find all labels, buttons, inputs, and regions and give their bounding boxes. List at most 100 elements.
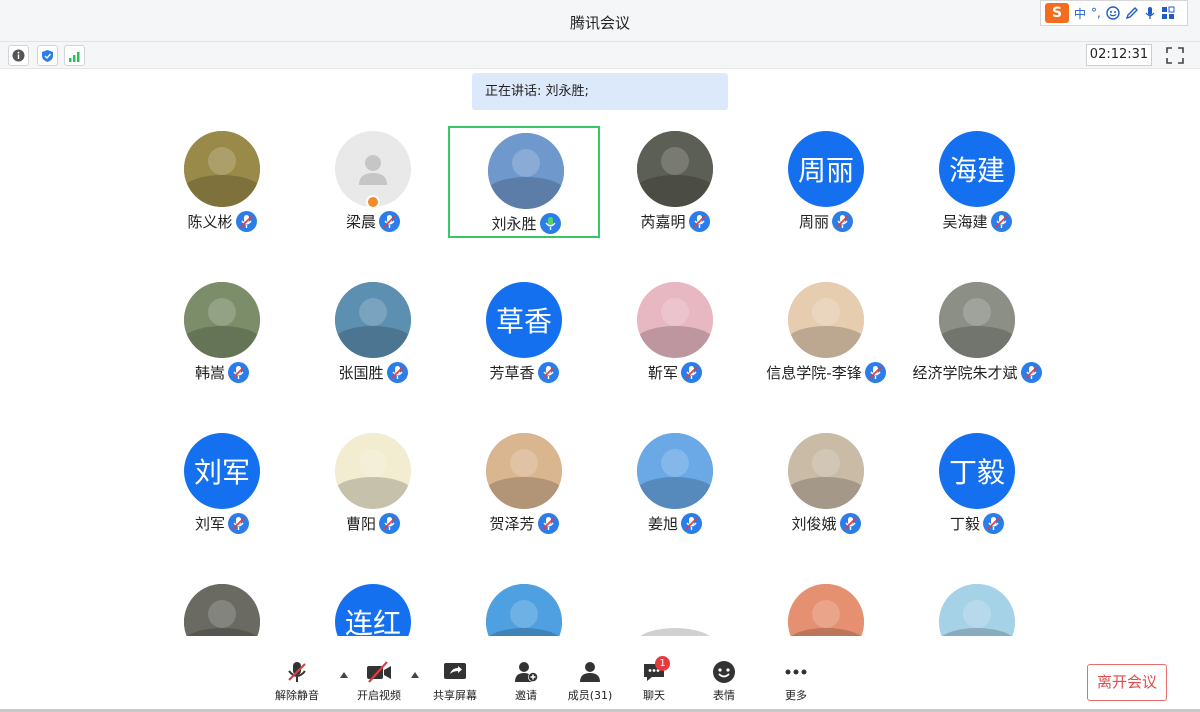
participant-name: 丁毅	[949, 514, 980, 533]
members-icon	[580, 662, 600, 682]
participant-tile[interactable]	[901, 579, 1053, 636]
mic-muted-icon	[379, 210, 400, 232]
avatar-photo	[637, 282, 713, 358]
photo-icon	[637, 433, 713, 509]
participant-tile-active[interactable]: 刘永胜	[448, 126, 600, 238]
participant-tile[interactable]: 连红	[297, 579, 449, 636]
participant-tile[interactable]: 刘俊娥	[750, 428, 902, 540]
share-screen-icon	[444, 663, 466, 679]
participant-tile[interactable]: 曹阳	[297, 428, 449, 540]
mic-muted-icon	[839, 512, 861, 534]
avatar-photo	[488, 133, 564, 209]
avatar-photo	[335, 282, 411, 358]
mic-muted-icon	[681, 512, 702, 534]
photo-icon	[184, 584, 260, 636]
participant-name-row: 贺泽芳	[448, 512, 600, 534]
participant-name-row: 靳军	[599, 361, 751, 383]
photo-icon	[184, 131, 260, 207]
participant-tile[interactable]: 张国胜	[297, 277, 449, 389]
avatar-photo	[788, 584, 864, 636]
emoji-label: 表情	[713, 689, 735, 702]
participant-tile[interactable]: 草香 芳草香	[448, 277, 600, 389]
invite-label: 邀请	[515, 689, 537, 702]
avatar-photo	[788, 282, 864, 358]
participant-name: 芮嘉明	[640, 212, 686, 231]
participant-name-row: 丁毅	[901, 512, 1053, 534]
participant-tile[interactable]: 韩嵩	[146, 277, 298, 389]
avatar-initials: 刘军	[184, 433, 260, 509]
participant-tile[interactable]	[448, 579, 600, 636]
video-options-caret[interactable]	[411, 672, 419, 678]
photo-icon	[788, 282, 864, 358]
chat-button[interactable]: 聊天	[622, 660, 686, 703]
mic-muted-icon	[537, 512, 559, 534]
mic-muted-icon	[235, 210, 257, 232]
participant-tile[interactable]: 梁晨	[297, 126, 449, 238]
avatar-photo	[788, 433, 864, 509]
mic-muted-icon	[681, 361, 702, 383]
participant-tile[interactable]	[599, 579, 751, 636]
leave-meeting-button[interactable]: 离开会议	[1087, 664, 1167, 701]
avatar-initials: 草香	[486, 282, 562, 358]
participant-tile[interactable]: 贺泽芳	[448, 428, 600, 540]
avatar-photo	[939, 584, 1015, 636]
participant-tile[interactable]	[146, 579, 298, 636]
participant-name: 刘俊娥	[791, 514, 837, 533]
participant-tile[interactable]: 靳军	[599, 277, 751, 389]
emoji-button[interactable]: 表情	[692, 660, 756, 703]
avatar-photo	[335, 433, 411, 509]
participant-tile[interactable]: 陈义彬	[146, 126, 298, 238]
participant-name: 刘军	[194, 514, 225, 533]
participant-name-row: 陈义彬	[146, 210, 298, 232]
participant-name-row: 张国胜	[297, 361, 449, 383]
control-bar: 解除静音 开启视频 共享屏幕 邀请 成员(31) 聊天 1 表情 更多	[0, 636, 1200, 712]
host-badge-icon	[366, 195, 380, 209]
participant-name-row: 周丽	[750, 210, 902, 232]
share-screen-label: 共享屏幕	[433, 689, 477, 702]
participant-name: 信息学院-李锋	[766, 363, 862, 382]
members-label: 成员(31)	[567, 689, 613, 702]
video-label: 开启视频	[357, 689, 401, 702]
participant-tile[interactable]: 丁毅 丁毅	[901, 428, 1053, 540]
participant-tile[interactable]: 周丽 周丽	[750, 126, 902, 238]
camera-off-icon	[367, 661, 391, 683]
participant-name: 刘永胜	[491, 214, 537, 233]
mic-muted-icon	[537, 361, 559, 383]
members-button[interactable]: 成员(31)	[558, 660, 622, 703]
photo-icon	[788, 584, 864, 636]
mic-muted-icon	[983, 512, 1004, 534]
participant-name-row: 信息学院-李锋	[750, 361, 902, 383]
avatar-photo	[939, 282, 1015, 358]
photo-icon	[486, 584, 562, 636]
share-screen-button[interactable]: 共享屏幕	[423, 660, 487, 703]
photo-icon	[335, 282, 411, 358]
photo-icon	[939, 282, 1015, 358]
participant-name: 靳军	[647, 363, 678, 382]
photo-icon	[637, 282, 713, 358]
default-user-icon	[359, 155, 387, 185]
participant-tile[interactable]: 海建 吴海建	[901, 126, 1053, 238]
unmute-button[interactable]: 解除静音	[265, 660, 329, 703]
participant-tile[interactable]	[750, 579, 902, 636]
avatar-initials-text: 刘军	[193, 456, 250, 489]
more-button[interactable]: 更多	[764, 660, 828, 703]
avatar-initials-text: 周丽	[797, 154, 854, 187]
mic-active-icon	[539, 212, 561, 234]
avatar-initials: 海建	[939, 131, 1015, 207]
photo-icon	[486, 433, 562, 509]
participant-tile[interactable]: 芮嘉明	[599, 126, 751, 238]
emoji-icon	[713, 661, 735, 683]
participant-name-row: 芮嘉明	[599, 210, 751, 232]
participant-name-row: 经济学院朱才斌	[901, 361, 1053, 383]
video-button[interactable]: 开启视频	[347, 660, 411, 703]
invite-button[interactable]: 邀请	[494, 660, 558, 703]
more-icon	[785, 669, 807, 675]
participant-tile[interactable]: 刘军 刘军	[146, 428, 298, 540]
participant-name: 韩嵩	[194, 363, 225, 382]
photo-icon	[637, 131, 713, 207]
mic-muted-icon	[688, 210, 710, 232]
participant-tile[interactable]: 经济学院朱才斌	[901, 277, 1053, 389]
participant-tile[interactable]: 信息学院-李锋	[750, 277, 902, 389]
mic-muted-icon	[379, 512, 400, 534]
participant-tile[interactable]: 姜旭	[599, 428, 751, 540]
